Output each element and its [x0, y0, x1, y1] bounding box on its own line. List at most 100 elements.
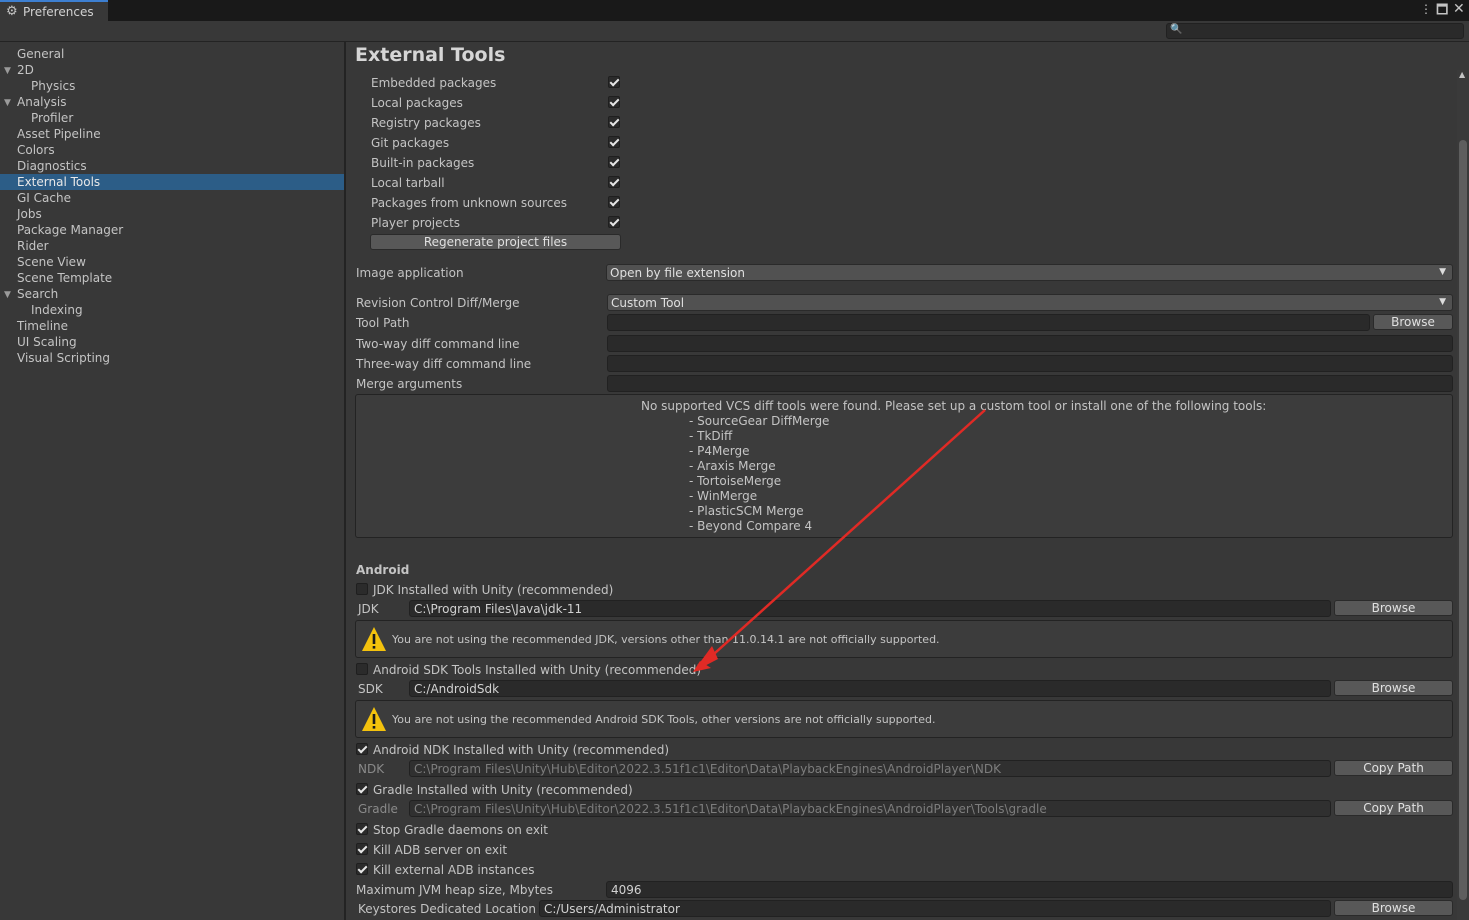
preferences-tab[interactable]: ⚙ Preferences — [0, 0, 108, 22]
git-packages-label: Git packages — [371, 136, 450, 150]
chevron-down-icon: ▼ — [1439, 267, 1446, 277]
sidebar-item-visual-scripting[interactable]: Visual Scripting — [17, 350, 110, 366]
scroll-up-icon[interactable]: ▲ — [1459, 70, 1465, 79]
tab-title: Preferences — [23, 5, 94, 19]
search-input[interactable]: 🔍 — [1166, 23, 1464, 39]
kill-external-adb-checkbox[interactable] — [356, 863, 368, 875]
ndk-path-field: C:\Program Files\Unity\Hub\Editor\2022.3… — [409, 760, 1331, 777]
tool-path-label: Tool Path — [356, 316, 410, 330]
tool-path-field[interactable] — [607, 314, 1370, 331]
registry-packages-checkbox[interactable] — [608, 116, 620, 128]
vcs-tool-item: - Araxis Merge — [689, 459, 776, 473]
jvm-heap-field[interactable]: 4096 — [606, 881, 1453, 898]
sidebar-item-search[interactable]: Search — [17, 286, 58, 302]
sidebar-item-ui-scaling[interactable]: UI Scaling — [17, 334, 77, 350]
jdk-warning-text: You are not using the recommended JDK, v… — [392, 633, 940, 646]
kill-external-adb-label: Kill external ADB instances — [373, 863, 535, 877]
kebab-menu-icon[interactable]: ⋮ — [1420, 2, 1432, 16]
gear-icon: ⚙ — [6, 4, 18, 19]
ndk-copy-path-button[interactable]: Copy Path — [1334, 760, 1453, 776]
three-way-diff-field[interactable] — [607, 355, 1453, 372]
embedded-packages-label: Embedded packages — [371, 76, 497, 90]
sdk-label: SDK — [358, 682, 383, 696]
sidebar-item-physics[interactable]: Physics — [31, 78, 75, 94]
sidebar-item-scene-view[interactable]: Scene View — [17, 254, 86, 270]
registry-packages-label: Registry packages — [371, 116, 481, 130]
vcs-help-box: No supported VCS diff tools were found. … — [355, 394, 1453, 538]
gradle-installed-checkbox[interactable] — [356, 783, 368, 795]
ndk-installed-checkbox[interactable] — [356, 743, 368, 755]
sidebar-item-rider[interactable]: Rider — [17, 238, 49, 254]
page-title: External Tools — [355, 44, 506, 66]
gradle-installed-label: Gradle Installed with Unity (recommended… — [373, 783, 633, 797]
merge-arguments-label: Merge arguments — [356, 377, 463, 391]
vcs-tool-item: - SourceGear DiffMerge — [689, 414, 830, 428]
sidebar-item-scene-template[interactable]: Scene Template — [17, 270, 112, 286]
vcs-tool-item: - P4Merge — [689, 444, 750, 458]
sidebar-item-2d[interactable]: 2D — [17, 62, 34, 78]
revision-control-label: Revision Control Diff/Merge — [356, 296, 520, 310]
sidebar-item-asset-pipeline[interactable]: Asset Pipeline — [17, 126, 101, 142]
vcs-tool-item: - TortoiseMerge — [689, 474, 782, 488]
sidebar-item-general[interactable]: General — [17, 46, 64, 62]
stop-gradle-checkbox[interactable] — [356, 823, 368, 835]
maximize-icon[interactable]: 🗖 — [1436, 1, 1448, 23]
regenerate-project-files-button[interactable]: Regenerate project files — [370, 234, 621, 250]
search-icon: 🔍 — [1170, 24, 1183, 35]
jdk-label: JDK — [358, 602, 379, 616]
builtin-packages-checkbox[interactable] — [608, 156, 620, 168]
sidebar-item-diagnostics[interactable]: Diagnostics — [17, 158, 87, 174]
gradle-copy-path-button[interactable]: Copy Path — [1334, 800, 1453, 816]
sidebar-item-colors[interactable]: Colors — [17, 142, 55, 158]
gradle-path-field: C:\Program Files\Unity\Hub\Editor\2022.3… — [409, 800, 1331, 817]
two-way-diff-field[interactable] — [607, 335, 1453, 352]
image-application-dropdown[interactable]: Open by file extension ▼ — [606, 264, 1453, 281]
sdk-path-field[interactable]: C:/AndroidSdk — [409, 680, 1331, 697]
player-projects-label: Player projects — [371, 216, 461, 230]
sidebar-item-gi-cache[interactable]: GI Cache — [17, 190, 71, 206]
tool-path-browse-button[interactable]: Browse — [1373, 314, 1453, 330]
jdk-browse-button[interactable]: Browse — [1334, 600, 1453, 616]
unknown-sources-checkbox[interactable] — [608, 196, 620, 208]
close-icon[interactable]: ✕ — [1453, 1, 1465, 17]
image-application-label: Image application — [356, 266, 464, 280]
sdk-browse-button[interactable]: Browse — [1334, 680, 1453, 696]
ndk-label: NDK — [358, 762, 385, 776]
jdk-installed-checkbox[interactable] — [356, 583, 368, 595]
scrollbar-thumb[interactable] — [1459, 140, 1467, 900]
sidebar-item-timeline[interactable]: Timeline — [17, 318, 68, 334]
sidebar-item-external-tools[interactable]: External Tools — [17, 174, 100, 190]
unknown-sources-label: Packages from unknown sources — [371, 196, 567, 210]
stop-gradle-label: Stop Gradle daemons on exit — [373, 823, 548, 837]
jdk-path-field[interactable]: C:\Program Files\Java\jdk-11 — [409, 600, 1331, 617]
vcs-tool-item: - PlasticSCM Merge — [689, 504, 804, 518]
image-application-value: Open by file extension — [610, 266, 745, 280]
local-tarball-checkbox[interactable] — [608, 176, 620, 188]
keystores-browse-button[interactable]: Browse — [1334, 900, 1453, 916]
sidebar-item-package-manager[interactable]: Package Manager — [17, 222, 123, 238]
splitter[interactable] — [344, 42, 346, 920]
keystores-label: Keystores Dedicated Location — [358, 902, 536, 916]
sidebar: ▼ ▼ ▼ General 2D Physics Analysis Profil… — [0, 42, 344, 920]
revision-control-dropdown[interactable]: Custom Tool ▼ — [607, 294, 1453, 311]
chevron-down-icon[interactable]: ▼ — [4, 290, 11, 300]
chevron-down-icon[interactable]: ▼ — [4, 66, 11, 76]
keystores-field[interactable]: C:/Users/Administrator — [539, 900, 1331, 917]
chevron-down-icon[interactable]: ▼ — [4, 98, 11, 108]
warning-icon — [362, 707, 386, 731]
kill-adb-checkbox[interactable] — [356, 843, 368, 855]
sdk-installed-checkbox[interactable] — [356, 663, 368, 675]
merge-arguments-field[interactable] — [607, 375, 1453, 392]
builtin-packages-label: Built-in packages — [371, 156, 475, 170]
sidebar-item-analysis[interactable]: Analysis — [17, 94, 66, 110]
player-projects-checkbox[interactable] — [608, 216, 620, 228]
git-packages-checkbox[interactable] — [608, 136, 620, 148]
sidebar-item-indexing[interactable]: Indexing — [31, 302, 83, 318]
kill-adb-label: Kill ADB server on exit — [373, 843, 508, 857]
sdk-warning-box: You are not using the recommended Androi… — [355, 700, 1453, 738]
embedded-packages-checkbox[interactable] — [608, 76, 620, 88]
sidebar-item-jobs[interactable]: Jobs — [17, 206, 42, 222]
local-packages-checkbox[interactable] — [608, 96, 620, 108]
sidebar-item-profiler[interactable]: Profiler — [31, 110, 73, 126]
warning-icon — [362, 627, 386, 651]
